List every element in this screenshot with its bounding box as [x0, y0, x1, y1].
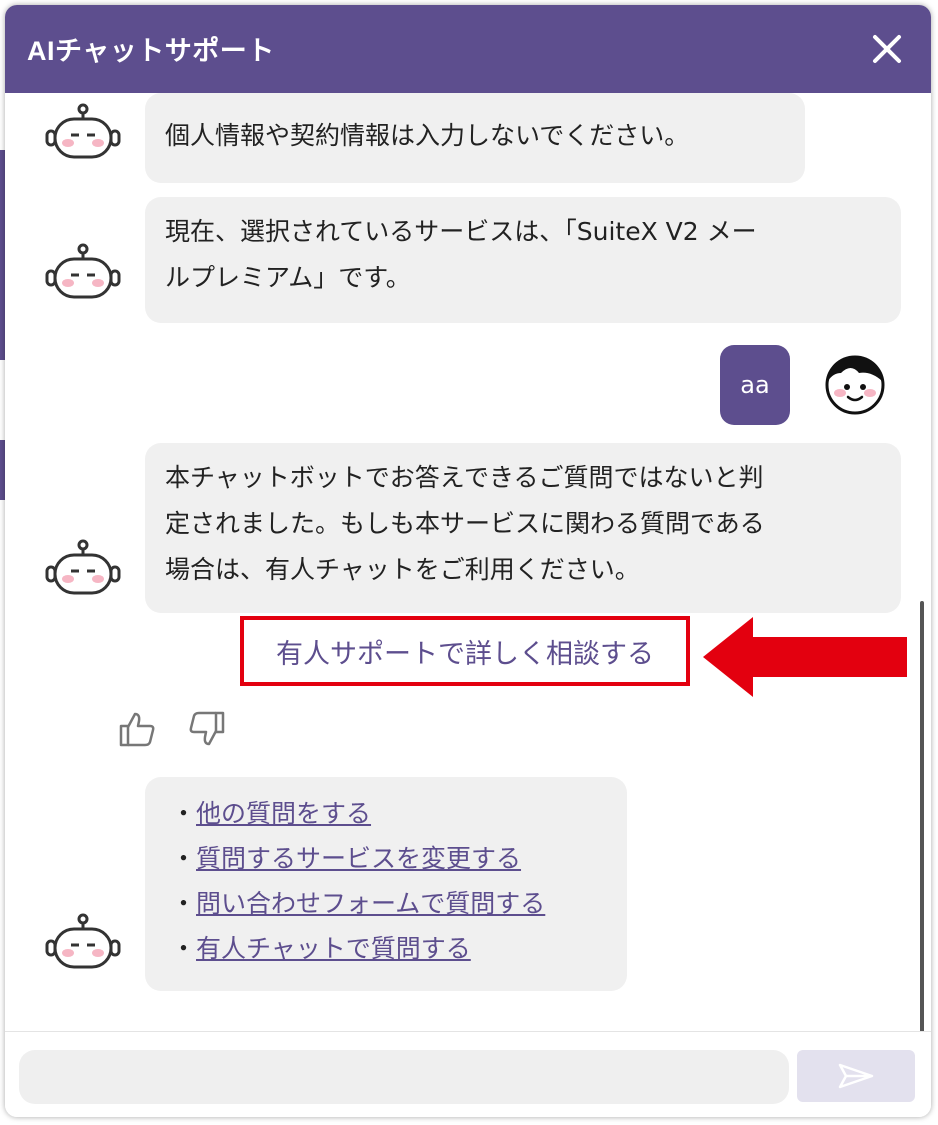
bullet: ・ — [171, 844, 197, 873]
message-input[interactable] — [19, 1050, 789, 1104]
bot-message: 本チャットボットでお答えできるご質問ではないと判 定されました。もしも本サービス… — [145, 443, 901, 613]
bot-message-line: 現在、選択されているサービスは、「SuiteX V2 メー — [165, 217, 757, 246]
thumbs-down-icon[interactable] — [187, 709, 227, 749]
bot-message-text: 個人情報や契約情報は入力しないでください。 — [165, 121, 690, 150]
bullet: ・ — [171, 934, 197, 963]
bot-message-line: ルプレミアム」です。 — [165, 263, 411, 292]
other-question-link[interactable]: 他の質問をする — [196, 799, 371, 828]
robot-avatar-icon — [45, 103, 121, 159]
user-message: aa — [720, 345, 790, 425]
menu-item: ・有人チャットで質問する — [171, 926, 627, 971]
robot-avatar-icon — [45, 243, 121, 299]
human-chat-link[interactable]: 有人チャットで質問する — [196, 934, 471, 963]
robot-avatar-icon — [45, 913, 121, 969]
chat-title: AIチャットサポート — [27, 36, 275, 66]
change-service-link[interactable]: 質問するサービスを変更する — [196, 844, 521, 873]
chat-header: AIチャットサポート — [5, 5, 931, 93]
send-icon — [838, 1063, 874, 1089]
menu-item: ・他の質問をする — [171, 791, 627, 836]
options-menu: ・他の質問をする ・質問するサービスを変更する ・問い合わせフォームで質問する … — [145, 777, 627, 991]
inquiry-form-link[interactable]: 問い合わせフォームで質問する — [196, 889, 545, 918]
bullet: ・ — [171, 889, 197, 918]
bot-message-line: 本チャットボットでお答えできるご質問ではないと判 — [165, 463, 764, 492]
message-list: 個人情報や契約情報は入力しないでください。 現在、選択されているサービスは、「S… — [5, 93, 931, 1031]
human-support-link[interactable]: 有人サポートで詳しく相談する — [240, 616, 690, 686]
red-arrow-icon — [703, 617, 907, 697]
menu-item: ・問い合わせフォームで質問する — [171, 881, 627, 926]
chat-widget: AIチャットサポート 個人情報や契約情報は入力しないでください。 現在、選択され… — [5, 5, 931, 1117]
user-avatar-icon — [825, 355, 885, 415]
bot-message-line: 定されました。もしも本サービスに関わる質問である — [165, 509, 765, 538]
menu-item: ・質問するサービスを変更する — [171, 836, 627, 881]
bot-message: 個人情報や契約情報は入力しないでください。 — [145, 93, 805, 183]
input-bar — [5, 1031, 931, 1117]
close-icon[interactable] — [869, 31, 905, 67]
human-support-label: 有人サポートで詳しく相談する — [276, 638, 654, 670]
send-button[interactable] — [797, 1050, 915, 1102]
bot-message: 現在、選択されているサービスは、「SuiteX V2 メー ルプレミアム」です。 — [145, 197, 901, 323]
bot-message-line: 場合は、有人チャットをご利用ください。 — [165, 555, 640, 584]
robot-avatar-icon — [45, 539, 121, 595]
thumbs-up-icon[interactable] — [117, 709, 157, 749]
bullet: ・ — [171, 799, 197, 828]
scrollbar[interactable] — [920, 601, 924, 1031]
